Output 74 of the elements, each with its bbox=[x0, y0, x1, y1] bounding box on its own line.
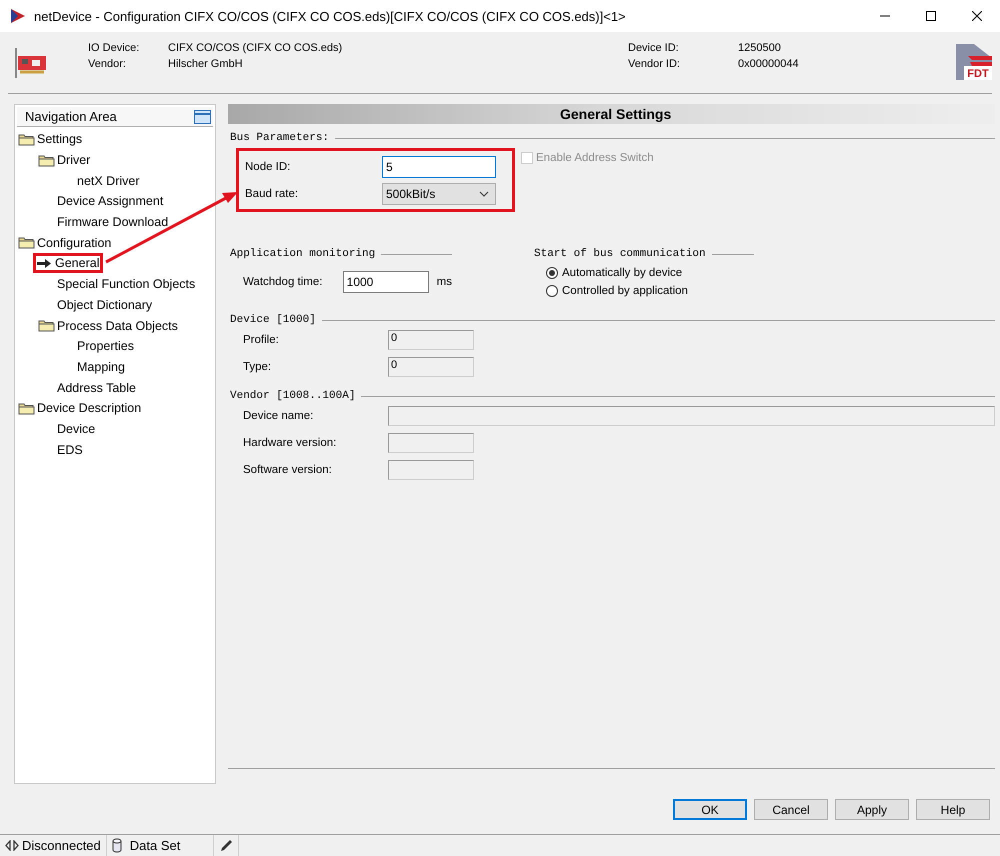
tree-item[interactable]: Mapping bbox=[75, 360, 127, 374]
info-label: Vendor ID: bbox=[628, 58, 681, 70]
folder-icon bbox=[18, 402, 35, 415]
field-label: Node ID: bbox=[244, 160, 292, 172]
tree-item[interactable]: General bbox=[33, 253, 104, 274]
read-only-field[interactable] bbox=[388, 460, 474, 480]
section-title: Application monitoring bbox=[229, 248, 376, 260]
close-icon bbox=[972, 11, 982, 21]
radio-button[interactable]: Controlled by application bbox=[532, 282, 688, 300]
tree-item[interactable]: EDS bbox=[55, 442, 85, 457]
tree-item[interactable]: Properties bbox=[75, 339, 136, 354]
read-only-field[interactable] bbox=[388, 432, 474, 452]
info-label: IO Device: bbox=[88, 42, 140, 54]
read-only-field[interactable]: 0 bbox=[388, 356, 474, 376]
info-value: 1250500 bbox=[738, 42, 782, 54]
dialog-button[interactable]: Apply bbox=[835, 799, 909, 820]
info-value: CIFX CO/COS (CIFX CO COS.eds) bbox=[168, 42, 344, 54]
tree-item[interactable]: Settings bbox=[16, 132, 84, 146]
section-title: Start of bus communication bbox=[533, 248, 707, 260]
info-value: 0x00000044 bbox=[738, 58, 800, 70]
plug-icon bbox=[5, 840, 19, 851]
field-label: Hardware version: bbox=[242, 436, 338, 448]
watchdog-field[interactable]: 1000 bbox=[342, 270, 429, 292]
tree-item[interactable]: Device Description bbox=[16, 401, 144, 416]
unit-label: ms bbox=[436, 276, 452, 288]
window-icon[interactable] bbox=[194, 110, 211, 124]
info-label: Vendor: bbox=[88, 58, 127, 70]
radio-dot[interactable] bbox=[546, 285, 558, 297]
field-label: Device name: bbox=[242, 410, 314, 422]
tree-item[interactable]: Object Dictionary bbox=[55, 298, 154, 312]
read-only-field[interactable]: 0 bbox=[388, 330, 474, 350]
baud-rate-dropdown[interactable]: 500kBit/s bbox=[382, 182, 496, 204]
tree-item[interactable]: Special Function Objects bbox=[55, 277, 198, 292]
radio-dot[interactable] bbox=[546, 267, 558, 279]
status-text: Data Set bbox=[128, 838, 182, 853]
section-title: Device [1000] bbox=[229, 314, 317, 326]
panel-title: Navigation Area bbox=[25, 109, 117, 124]
info-value: Hilscher GmbH bbox=[168, 58, 244, 70]
dialog-button[interactable]: Help bbox=[916, 799, 990, 820]
folder-icon bbox=[18, 236, 35, 250]
field-label: Watchdog time: bbox=[242, 276, 324, 288]
field-label: Software version: bbox=[242, 464, 333, 476]
field-label: Baud rate: bbox=[244, 188, 300, 200]
folder-icon bbox=[38, 319, 55, 332]
app-icon bbox=[10, 8, 26, 24]
caret-icon bbox=[479, 190, 489, 196]
folder-icon bbox=[18, 132, 35, 146]
tree-item[interactable]: Device Assignment bbox=[55, 194, 166, 208]
dialog-button[interactable]: OK bbox=[673, 799, 747, 820]
pencil-icon bbox=[219, 838, 234, 852]
arrow-icon bbox=[36, 258, 52, 269]
tree-item[interactable]: netX Driver bbox=[75, 174, 142, 188]
tree-item[interactable]: Firmware Download bbox=[55, 215, 170, 230]
tree-item[interactable]: Configuration bbox=[16, 236, 114, 250]
section-title: Vendor [1008..100A] bbox=[229, 390, 356, 402]
tree-item[interactable]: Process Data Objects bbox=[36, 318, 180, 333]
tree-item[interactable]: Address Table bbox=[55, 380, 138, 395]
cylinder-icon bbox=[112, 838, 122, 853]
tree-item[interactable]: Driver bbox=[36, 153, 92, 168]
folder-icon bbox=[38, 154, 55, 167]
section-title: Bus Parameters: bbox=[229, 132, 330, 144]
tree-item[interactable]: Device bbox=[55, 422, 98, 436]
info-label: Device ID: bbox=[628, 42, 680, 54]
logo: FDT bbox=[956, 44, 992, 80]
field-label: Profile: bbox=[242, 334, 280, 346]
circuit-card-icon bbox=[14, 46, 48, 80]
field-label: Type: bbox=[242, 360, 272, 372]
radio-button[interactable]: Automatically by device bbox=[532, 264, 682, 282]
dialog-button[interactable]: Cancel bbox=[754, 799, 828, 820]
node-id-field[interactable]: 5 bbox=[382, 156, 496, 178]
status-text: Disconnected bbox=[22, 838, 101, 853]
window-title: netDevice - Configuration CIFX CO/COS (CIFX CO COS.eds)[CIFX CO/COS (CIFX CO COS.eds)]<1> bbox=[34, 8, 627, 24]
maximize-icon bbox=[926, 11, 936, 21]
read-only-field[interactable] bbox=[388, 406, 995, 426]
